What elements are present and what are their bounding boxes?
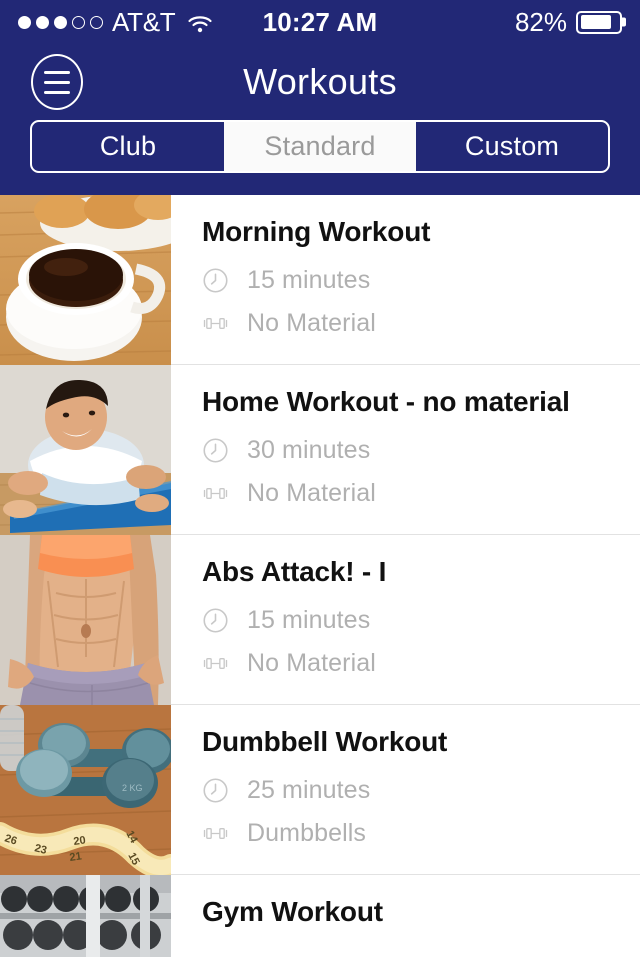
svg-text:20: 20 [73, 834, 87, 848]
duration-row: 15 minutes [202, 266, 640, 295]
wifi-icon [187, 12, 213, 33]
dumbbell-icon [202, 820, 229, 847]
material-row: No Material [202, 309, 640, 338]
duration-row: 15 minutes [202, 606, 640, 635]
teal-dumbbells-with-tape-measure-photo: 2 KG 26 23 20 21 14 15 [0, 705, 171, 875]
list-item[interactable]: Home Workout - no material 30 minutes No… [0, 365, 640, 535]
status-bar-right: 82% [515, 7, 622, 38]
list-item[interactable]: Abs Attack! - I 15 minutes No Material [0, 535, 640, 705]
list-item-body: Home Workout - no material 30 minutes No… [171, 365, 640, 534]
app-screen: AT&T 10:27 AM 82% Workouts Club Standard [0, 0, 640, 960]
segmented-control-container: Club Standard Custom [0, 120, 640, 195]
status-bar-left: AT&T [18, 7, 213, 38]
material-label: No Material [247, 649, 376, 677]
workout-title: Home Workout - no material [202, 386, 570, 417]
duration-label: 30 minutes [247, 436, 371, 464]
signal-strength-icon [18, 15, 103, 29]
svg-text:21: 21 [69, 850, 83, 864]
workout-title: Morning Workout [202, 216, 431, 247]
list-item-body: Dumbbell Workout 25 minutes Dumbbells [171, 705, 640, 874]
man-bench-pressing-in-gym-photo [0, 875, 171, 957]
list-item[interactable]: 2 KG 26 23 20 21 14 15 Dumbbell Workout … [0, 705, 640, 875]
status-bar: AT&T 10:27 AM 82% [0, 0, 640, 44]
workout-title: Gym Workout [202, 896, 383, 927]
list-item-body: Gym Workout [171, 875, 640, 957]
clock-icon [202, 267, 229, 294]
womans-abs-orange-sports-bra-photo [0, 535, 171, 705]
material-row: No Material [202, 479, 640, 508]
segmented-control[interactable]: Club Standard Custom [30, 120, 610, 173]
tab-club[interactable]: Club [32, 122, 224, 171]
list-item-body: Abs Attack! - I 15 minutes No Material [171, 535, 640, 704]
hamburger-menu-icon[interactable] [31, 54, 83, 110]
material-label: No Material [247, 479, 376, 507]
svg-text:2 KG: 2 KG [122, 783, 143, 793]
duration-row: 25 minutes [202, 776, 640, 805]
list-item[interactable]: Gym Workout [0, 875, 640, 957]
list-item-body: Morning Workout 15 minutes No Material [171, 195, 640, 364]
carrier-label: AT&T [112, 6, 176, 37]
list-item[interactable]: Morning Workout 15 minutes No Material [0, 195, 640, 365]
navigation-bar: Workouts [0, 44, 640, 120]
workout-title: Dumbbell Workout [202, 726, 448, 757]
workout-list[interactable]: Morning Workout 15 minutes No Material H… [0, 195, 640, 957]
duration-label: 15 minutes [247, 606, 371, 634]
battery-percent-label: 82% [514, 6, 567, 37]
clock-icon [202, 777, 229, 804]
battery-icon [576, 10, 622, 34]
page-title: Workouts [243, 61, 397, 102]
coffee-cup-and-croissants-photo [0, 195, 171, 365]
dumbbell-icon [202, 650, 229, 677]
material-row: No Material [202, 649, 640, 678]
dumbbell-icon [202, 480, 229, 507]
dumbbell-icon [202, 310, 229, 337]
duration-label: 25 minutes [247, 776, 371, 804]
material-label: No Material [247, 309, 376, 337]
material-label: Dumbbells [247, 819, 367, 847]
tab-standard[interactable]: Standard [224, 122, 416, 171]
man-doing-pushups-on-blue-mat-photo [0, 365, 171, 535]
clock-icon [202, 437, 229, 464]
duration-row: 30 minutes [202, 436, 640, 465]
clock-icon [202, 607, 229, 634]
material-row: Dumbbells [202, 819, 640, 848]
workout-title: Abs Attack! - I [202, 556, 387, 587]
tab-custom[interactable]: Custom [416, 122, 608, 171]
duration-label: 15 minutes [247, 266, 371, 294]
